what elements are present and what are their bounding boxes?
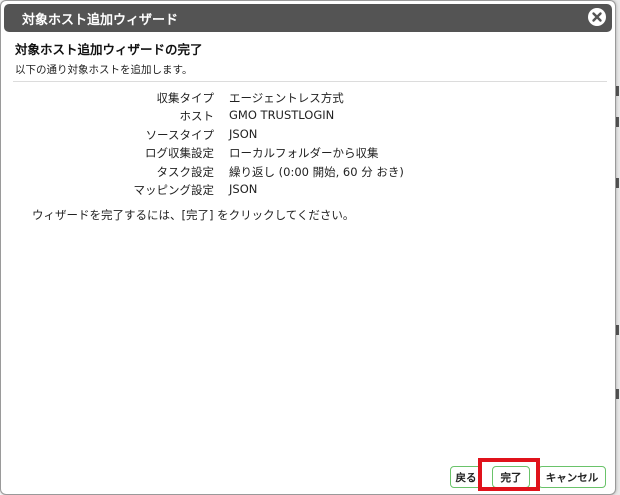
summary-row-task-settings: タスク設定 繰り返し (0:00 開始, 60 分 おき) xyxy=(1,164,601,182)
cancel-button[interactable]: キャンセル xyxy=(538,466,606,488)
divider xyxy=(13,81,607,82)
summary-row-mapping: マッピング設定 JSON xyxy=(1,182,601,200)
background-mark xyxy=(616,178,619,188)
background-mark xyxy=(616,86,619,96)
summary-value: JSON xyxy=(229,126,258,141)
summary-label: 収集タイプ xyxy=(156,91,215,105)
summary-value: エージェントレス方式 xyxy=(229,91,344,105)
finish-instruction: ウィザードを完了するには、[完了] をクリックしてください。 xyxy=(32,208,355,222)
finish-button-highlight xyxy=(478,458,540,491)
add-target-host-wizard-dialog: 対象ホスト追加ウィザード 対象ホスト追加ウィザードの完了 以下の通り対象ホストを… xyxy=(0,0,616,495)
summary-label: ホスト xyxy=(179,109,215,124)
summary-value: JSON xyxy=(229,181,258,196)
dialog-title: 対象ホスト追加ウィザード xyxy=(22,13,179,28)
summary-label: ソースタイプ xyxy=(145,127,214,142)
summary-value: GMO TRUSTLOGIN xyxy=(229,108,335,123)
summary-label: マッピング設定 xyxy=(133,182,215,197)
summary-value: ローカルフォルダーから収集 xyxy=(229,146,379,161)
summary-row-collection-type: 収集タイプ エージェントレス方式 xyxy=(1,90,601,108)
summary-list: 収集タイプ エージェントレス方式 ホスト GMO TRUSTLOGIN ソースタ… xyxy=(1,90,601,200)
summary-row-log-collection: ログ収集設定 ローカルフォルダーから収集 xyxy=(1,145,601,163)
close-button[interactable] xyxy=(588,8,606,26)
dialog-titlebar: 対象ホスト追加ウィザード xyxy=(4,4,612,32)
summary-row-source-type: ソースタイプ JSON xyxy=(1,127,601,145)
summary-row-host: ホスト GMO TRUSTLOGIN xyxy=(1,108,601,126)
summary-label: ログ収集設定 xyxy=(145,146,214,161)
background-mark xyxy=(616,389,619,399)
summary-value: 繰り返し (0:00 開始, 60 分 おき) xyxy=(229,164,404,179)
close-icon xyxy=(592,12,602,22)
completion-heading: 対象ホスト追加ウィザードの完了 xyxy=(15,42,203,57)
summary-label: タスク設定 xyxy=(156,164,215,179)
background-mark xyxy=(616,325,619,335)
background-mark xyxy=(616,117,619,127)
completion-subheading: 以下の通り対象ホストを追加します。 xyxy=(15,64,193,76)
